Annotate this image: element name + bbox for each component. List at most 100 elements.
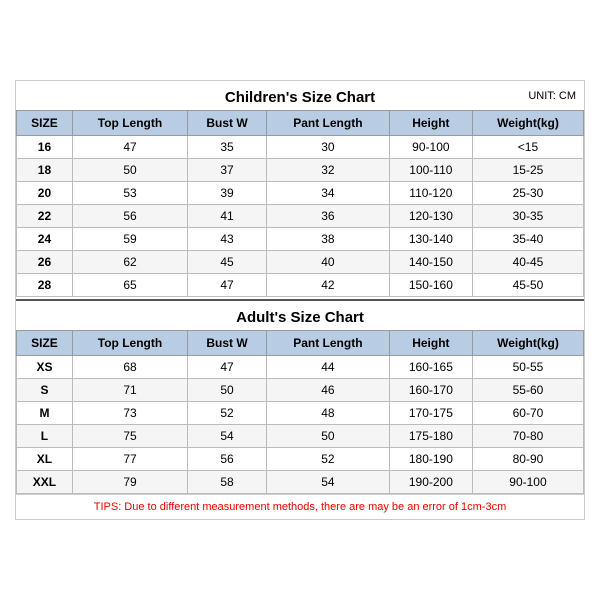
table-cell: 120-130 xyxy=(389,205,472,228)
table-cell: 140-150 xyxy=(389,251,472,274)
table-cell: 30 xyxy=(266,136,389,159)
col-header-pant-length: Pant Length xyxy=(266,111,389,136)
table-cell: 56 xyxy=(188,448,267,471)
col-header-weight: Weight(kg) xyxy=(472,111,583,136)
table-cell: 75 xyxy=(72,425,187,448)
table-cell: 56 xyxy=(72,205,187,228)
tips-text: TIPS: Due to different measurement metho… xyxy=(16,494,584,519)
table-row: M735248170-17560-70 xyxy=(17,402,584,425)
table-row: XL775652180-19080-90 xyxy=(17,448,584,471)
table-cell: 30-35 xyxy=(472,205,583,228)
table-row: XXL795854190-20090-100 xyxy=(17,471,584,494)
table-cell: L xyxy=(17,425,73,448)
table-cell: 46 xyxy=(266,379,389,402)
children-size-table: SIZE Top Length Bust W Pant Length Heigh… xyxy=(16,110,584,297)
table-cell: 190-200 xyxy=(389,471,472,494)
table-cell: 53 xyxy=(72,182,187,205)
table-cell: 44 xyxy=(266,356,389,379)
table-cell: 47 xyxy=(188,274,267,297)
table-cell: XS xyxy=(17,356,73,379)
adult-col-header-size: SIZE xyxy=(17,331,73,356)
table-cell: 45 xyxy=(188,251,267,274)
table-row: 20533934110-12025-30 xyxy=(17,182,584,205)
table-cell: 42 xyxy=(266,274,389,297)
table-cell: 175-180 xyxy=(389,425,472,448)
table-cell: 24 xyxy=(17,228,73,251)
children-section-title: Children's Size Chart UNIT: CM xyxy=(16,81,584,110)
table-cell: 52 xyxy=(188,402,267,425)
table-cell: 70-80 xyxy=(472,425,583,448)
table-cell: 22 xyxy=(17,205,73,228)
table-cell: 37 xyxy=(188,159,267,182)
table-cell: 28 xyxy=(17,274,73,297)
table-cell: XXL xyxy=(17,471,73,494)
table-cell: 16 xyxy=(17,136,73,159)
table-row: L755450175-18070-80 xyxy=(17,425,584,448)
table-cell: 50 xyxy=(188,379,267,402)
adult-size-table: SIZE Top Length Bust W Pant Length Heigh… xyxy=(16,330,584,494)
table-cell: 130-140 xyxy=(389,228,472,251)
children-title-text: Children's Size Chart xyxy=(225,89,375,106)
col-header-size: SIZE xyxy=(17,111,73,136)
table-cell: 54 xyxy=(266,471,389,494)
adult-col-header-pant-length: Pant Length xyxy=(266,331,389,356)
adult-col-header-top-length: Top Length xyxy=(72,331,187,356)
table-cell: 73 xyxy=(72,402,187,425)
table-cell: 34 xyxy=(266,182,389,205)
unit-label: UNIT: CM xyxy=(528,90,576,102)
table-cell: 77 xyxy=(72,448,187,471)
table-cell: 160-170 xyxy=(389,379,472,402)
table-cell: 40-45 xyxy=(472,251,583,274)
table-cell: 170-175 xyxy=(389,402,472,425)
table-cell: 50 xyxy=(266,425,389,448)
table-row: 18503732100-11015-25 xyxy=(17,159,584,182)
adult-header-row: SIZE Top Length Bust W Pant Length Heigh… xyxy=(17,331,584,356)
table-cell: 58 xyxy=(188,471,267,494)
table-cell: 71 xyxy=(72,379,187,402)
table-cell: 38 xyxy=(266,228,389,251)
table-cell: 160-165 xyxy=(389,356,472,379)
table-cell: XL xyxy=(17,448,73,471)
children-header-row: SIZE Top Length Bust W Pant Length Heigh… xyxy=(17,111,584,136)
table-row: 28654742150-16045-50 xyxy=(17,274,584,297)
table-cell: 60-70 xyxy=(472,402,583,425)
table-cell: 35-40 xyxy=(472,228,583,251)
table-cell: 47 xyxy=(188,356,267,379)
table-row: 22564136120-13030-35 xyxy=(17,205,584,228)
table-cell: S xyxy=(17,379,73,402)
table-cell: 45-50 xyxy=(472,274,583,297)
table-cell: 180-190 xyxy=(389,448,472,471)
table-cell: 90-100 xyxy=(472,471,583,494)
col-header-top-length: Top Length xyxy=(72,111,187,136)
table-cell: 40 xyxy=(266,251,389,274)
table-cell: 35 xyxy=(188,136,267,159)
adult-section-title: Adult's Size Chart xyxy=(16,299,584,330)
table-row: XS684744160-16550-55 xyxy=(17,356,584,379)
table-cell: 59 xyxy=(72,228,187,251)
table-cell: 90-100 xyxy=(389,136,472,159)
table-row: 26624540140-15040-45 xyxy=(17,251,584,274)
table-cell: 79 xyxy=(72,471,187,494)
table-cell: 110-120 xyxy=(389,182,472,205)
table-cell: 62 xyxy=(72,251,187,274)
table-row: 1647353090-100<15 xyxy=(17,136,584,159)
table-row: S715046160-17055-60 xyxy=(17,379,584,402)
table-cell: 32 xyxy=(266,159,389,182)
size-chart-container: Children's Size Chart UNIT: CM SIZE Top … xyxy=(15,80,585,520)
table-cell: 80-90 xyxy=(472,448,583,471)
table-cell: 39 xyxy=(188,182,267,205)
table-cell: 68 xyxy=(72,356,187,379)
table-cell: 55-60 xyxy=(472,379,583,402)
table-cell: 43 xyxy=(188,228,267,251)
table-cell: 54 xyxy=(188,425,267,448)
table-cell: 48 xyxy=(266,402,389,425)
table-cell: <15 xyxy=(472,136,583,159)
adult-title-text: Adult's Size Chart xyxy=(236,309,364,326)
table-cell: 50 xyxy=(72,159,187,182)
col-header-bust-w: Bust W xyxy=(188,111,267,136)
adult-col-header-bust-w: Bust W xyxy=(188,331,267,356)
table-cell: 18 xyxy=(17,159,73,182)
table-cell: 25-30 xyxy=(472,182,583,205)
table-cell: 26 xyxy=(17,251,73,274)
table-cell: 47 xyxy=(72,136,187,159)
